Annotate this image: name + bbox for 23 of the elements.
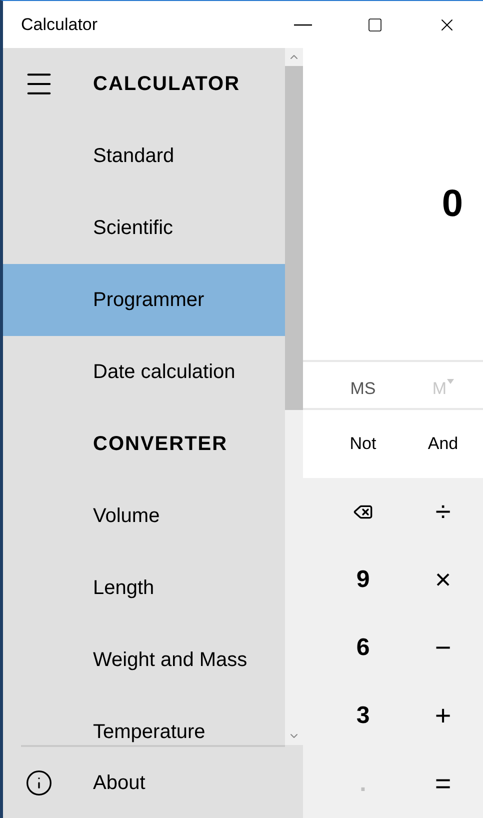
- section-header: CONVERTER: [93, 432, 228, 457]
- about-label: About: [93, 770, 146, 796]
- logic-button[interactable]: Not: [323, 410, 403, 478]
- nav-item[interactable]: Programmer: [3, 264, 285, 336]
- nav-item[interactable]: Standard: [3, 120, 285, 192]
- memory-button[interactable]: MS: [323, 362, 403, 408]
- logic-button[interactable]: And: [403, 410, 483, 478]
- window-title: Calculator: [21, 14, 98, 36]
- info-icon: [25, 768, 53, 796]
- section-header: CALCULATOR: [93, 72, 240, 97]
- scrollbar-thumb[interactable]: [285, 66, 303, 410]
- about-item[interactable]: About: [3, 747, 303, 818]
- nav-item[interactable]: Scientific: [3, 192, 285, 264]
- minimize-icon: [294, 24, 312, 26]
- nav-item[interactable]: Length: [3, 552, 285, 624]
- scrollbar[interactable]: [285, 48, 303, 745]
- nav-item[interactable]: Temperature: [3, 696, 285, 745]
- display-value: 0: [442, 182, 463, 226]
- nav-item[interactable]: Volume: [3, 480, 285, 552]
- maximize-icon: [367, 16, 383, 32]
- nav-item[interactable]: Date calculation: [3, 336, 285, 408]
- nav-item[interactable]: Weight and Mass: [3, 624, 285, 696]
- caret-icon: [446, 379, 454, 384]
